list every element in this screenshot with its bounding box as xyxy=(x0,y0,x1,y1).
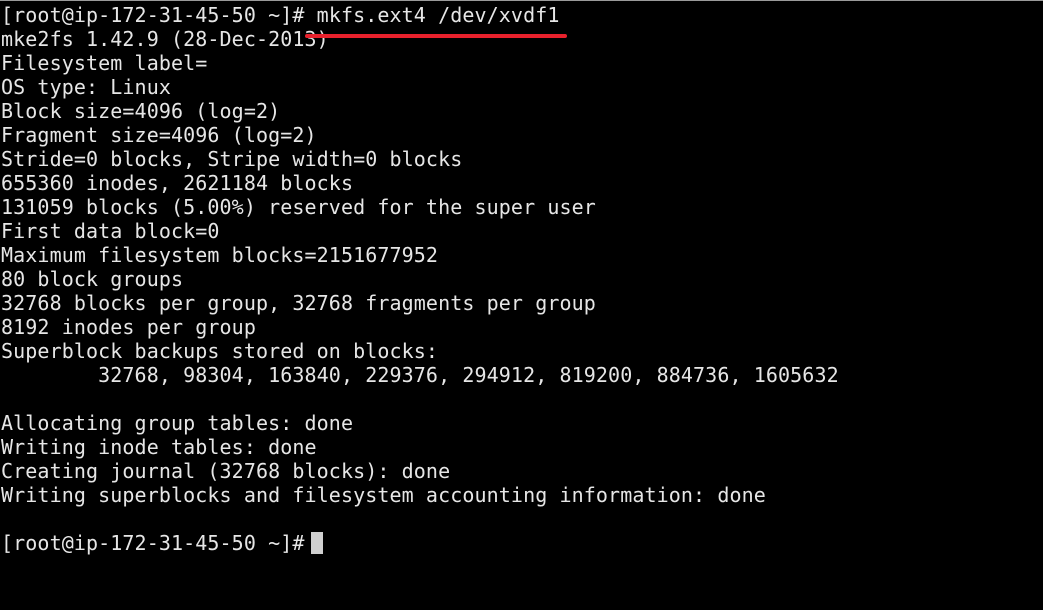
output-line: Fragment size=4096 (log=2) xyxy=(1,123,317,147)
output-line: Stride=0 blocks, Stripe width=0 blocks xyxy=(1,147,463,171)
terminal-window[interactable]: [root@ip-172-31-45-50 ~]# mkfs.ext4 /dev… xyxy=(0,0,1043,610)
output-line: 80 block groups xyxy=(1,267,184,291)
output-line: Maximum filesystem blocks=2151677952 xyxy=(1,243,439,267)
output-line: Creating journal (32768 blocks): done xyxy=(1,459,451,483)
output-line: 32768, 98304, 163840, 229376, 294912, 81… xyxy=(1,363,839,387)
output-line: Writing superblocks and filesystem accou… xyxy=(1,483,766,507)
prompt: [root@ip-172-31-45-50 ~]# xyxy=(1,3,305,27)
final-prompt-line[interactable]: [root@ip-172-31-45-50 ~]# xyxy=(1,531,1043,555)
output-line: 32768 blocks per group, 32768 fragments … xyxy=(1,291,596,315)
red-underline-annotation xyxy=(305,34,567,38)
command-line: [root@ip-172-31-45-50 ~]# mkfs.ext4 /dev… xyxy=(1,3,1043,27)
output-line: 8192 inodes per group xyxy=(1,315,256,339)
output-line: Filesystem label= xyxy=(1,51,208,75)
final-prompt: [root@ip-172-31-45-50 ~]# xyxy=(1,531,305,555)
output-line: First data block=0 xyxy=(1,219,220,243)
command-text: mkfs.ext4 /dev/xvdf1 xyxy=(304,3,560,27)
output-line: mke2fs 1.42.9 (28-Dec-2013) xyxy=(1,27,329,51)
output-line: Allocating group tables: done xyxy=(1,411,354,435)
output-line: Superblock backups stored on blocks: xyxy=(1,339,439,363)
output-line: Block size=4096 (log=2) xyxy=(1,99,281,123)
output-line: OS type: Linux xyxy=(1,75,171,99)
output-line: 655360 inodes, 2621184 blocks xyxy=(1,171,354,195)
output-line: 131059 blocks (5.00%) reserved for the s… xyxy=(1,195,596,219)
output-line: Writing inode tables: done xyxy=(1,435,317,459)
command-output: mke2fs 1.42.9 (28-Dec-2013) Filesystem l… xyxy=(1,27,1043,531)
cursor-block xyxy=(310,532,323,554)
